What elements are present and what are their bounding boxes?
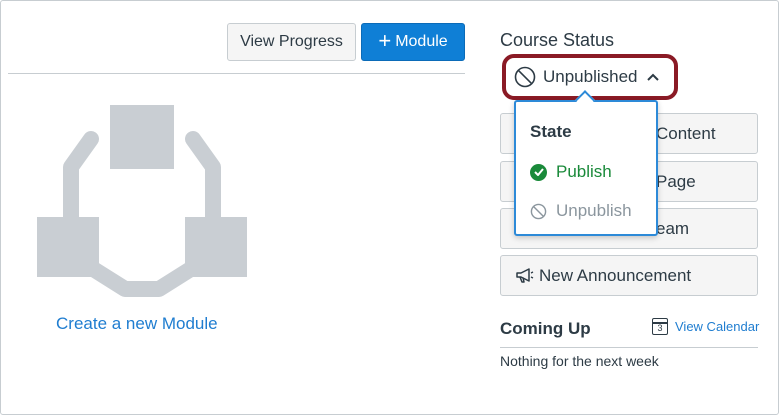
calendar-icon: 3 — [652, 318, 668, 335]
course-status-toggle[interactable]: Unpublished — [502, 54, 678, 100]
chevron-up-icon — [646, 73, 659, 81]
coming-up-heading: Coming Up — [500, 319, 591, 338]
unpublished-icon — [530, 203, 547, 219]
course-status-menu: State Publish Unpublish — [514, 100, 658, 236]
view-progress-label: View Progress — [240, 33, 343, 50]
main-panel: View Progress + Module Create a new Modu… — [0, 0, 779, 415]
check-circle-icon — [530, 163, 547, 181]
add-module-button[interactable]: + Module — [361, 23, 465, 61]
menu-header: State — [530, 122, 572, 141]
menu-item-unpublish[interactable]: Unpublish — [530, 201, 632, 221]
unpublished-icon — [514, 66, 536, 88]
menu-item-label: Publish — [556, 162, 612, 181]
view-calendar-link[interactable]: 3 View Calendar — [652, 318, 759, 335]
view-progress-button[interactable]: View Progress — [227, 23, 356, 61]
toolbar-divider — [8, 73, 465, 74]
megaphone-icon — [516, 267, 534, 283]
sidebar-button-label: Page — [656, 171, 696, 191]
new-announcement-button[interactable]: New Announcement — [500, 255, 758, 296]
menu-item-label: Unpublish — [556, 201, 632, 220]
course-status-heading: Course Status — [500, 30, 615, 50]
new-announcement-label: New Announcement — [539, 265, 692, 285]
calendar-day: 3 — [657, 323, 663, 333]
plus-icon: + — [378, 28, 392, 53]
create-module-link[interactable]: Create a new Module — [56, 314, 218, 334]
menu-item-publish[interactable]: Publish — [530, 162, 612, 182]
add-module-label: Module — [395, 33, 448, 50]
course-status-value: Unpublished — [543, 67, 638, 86]
module-diagram-icon — [37, 105, 247, 297]
sidebar-button-label: eam — [656, 218, 690, 238]
sidebar-button-label: Content — [656, 123, 716, 143]
coming-up-divider — [500, 347, 758, 348]
view-calendar-label: View Calendar — [675, 319, 760, 334]
coming-up-empty-text: Nothing for the next week — [500, 353, 659, 369]
